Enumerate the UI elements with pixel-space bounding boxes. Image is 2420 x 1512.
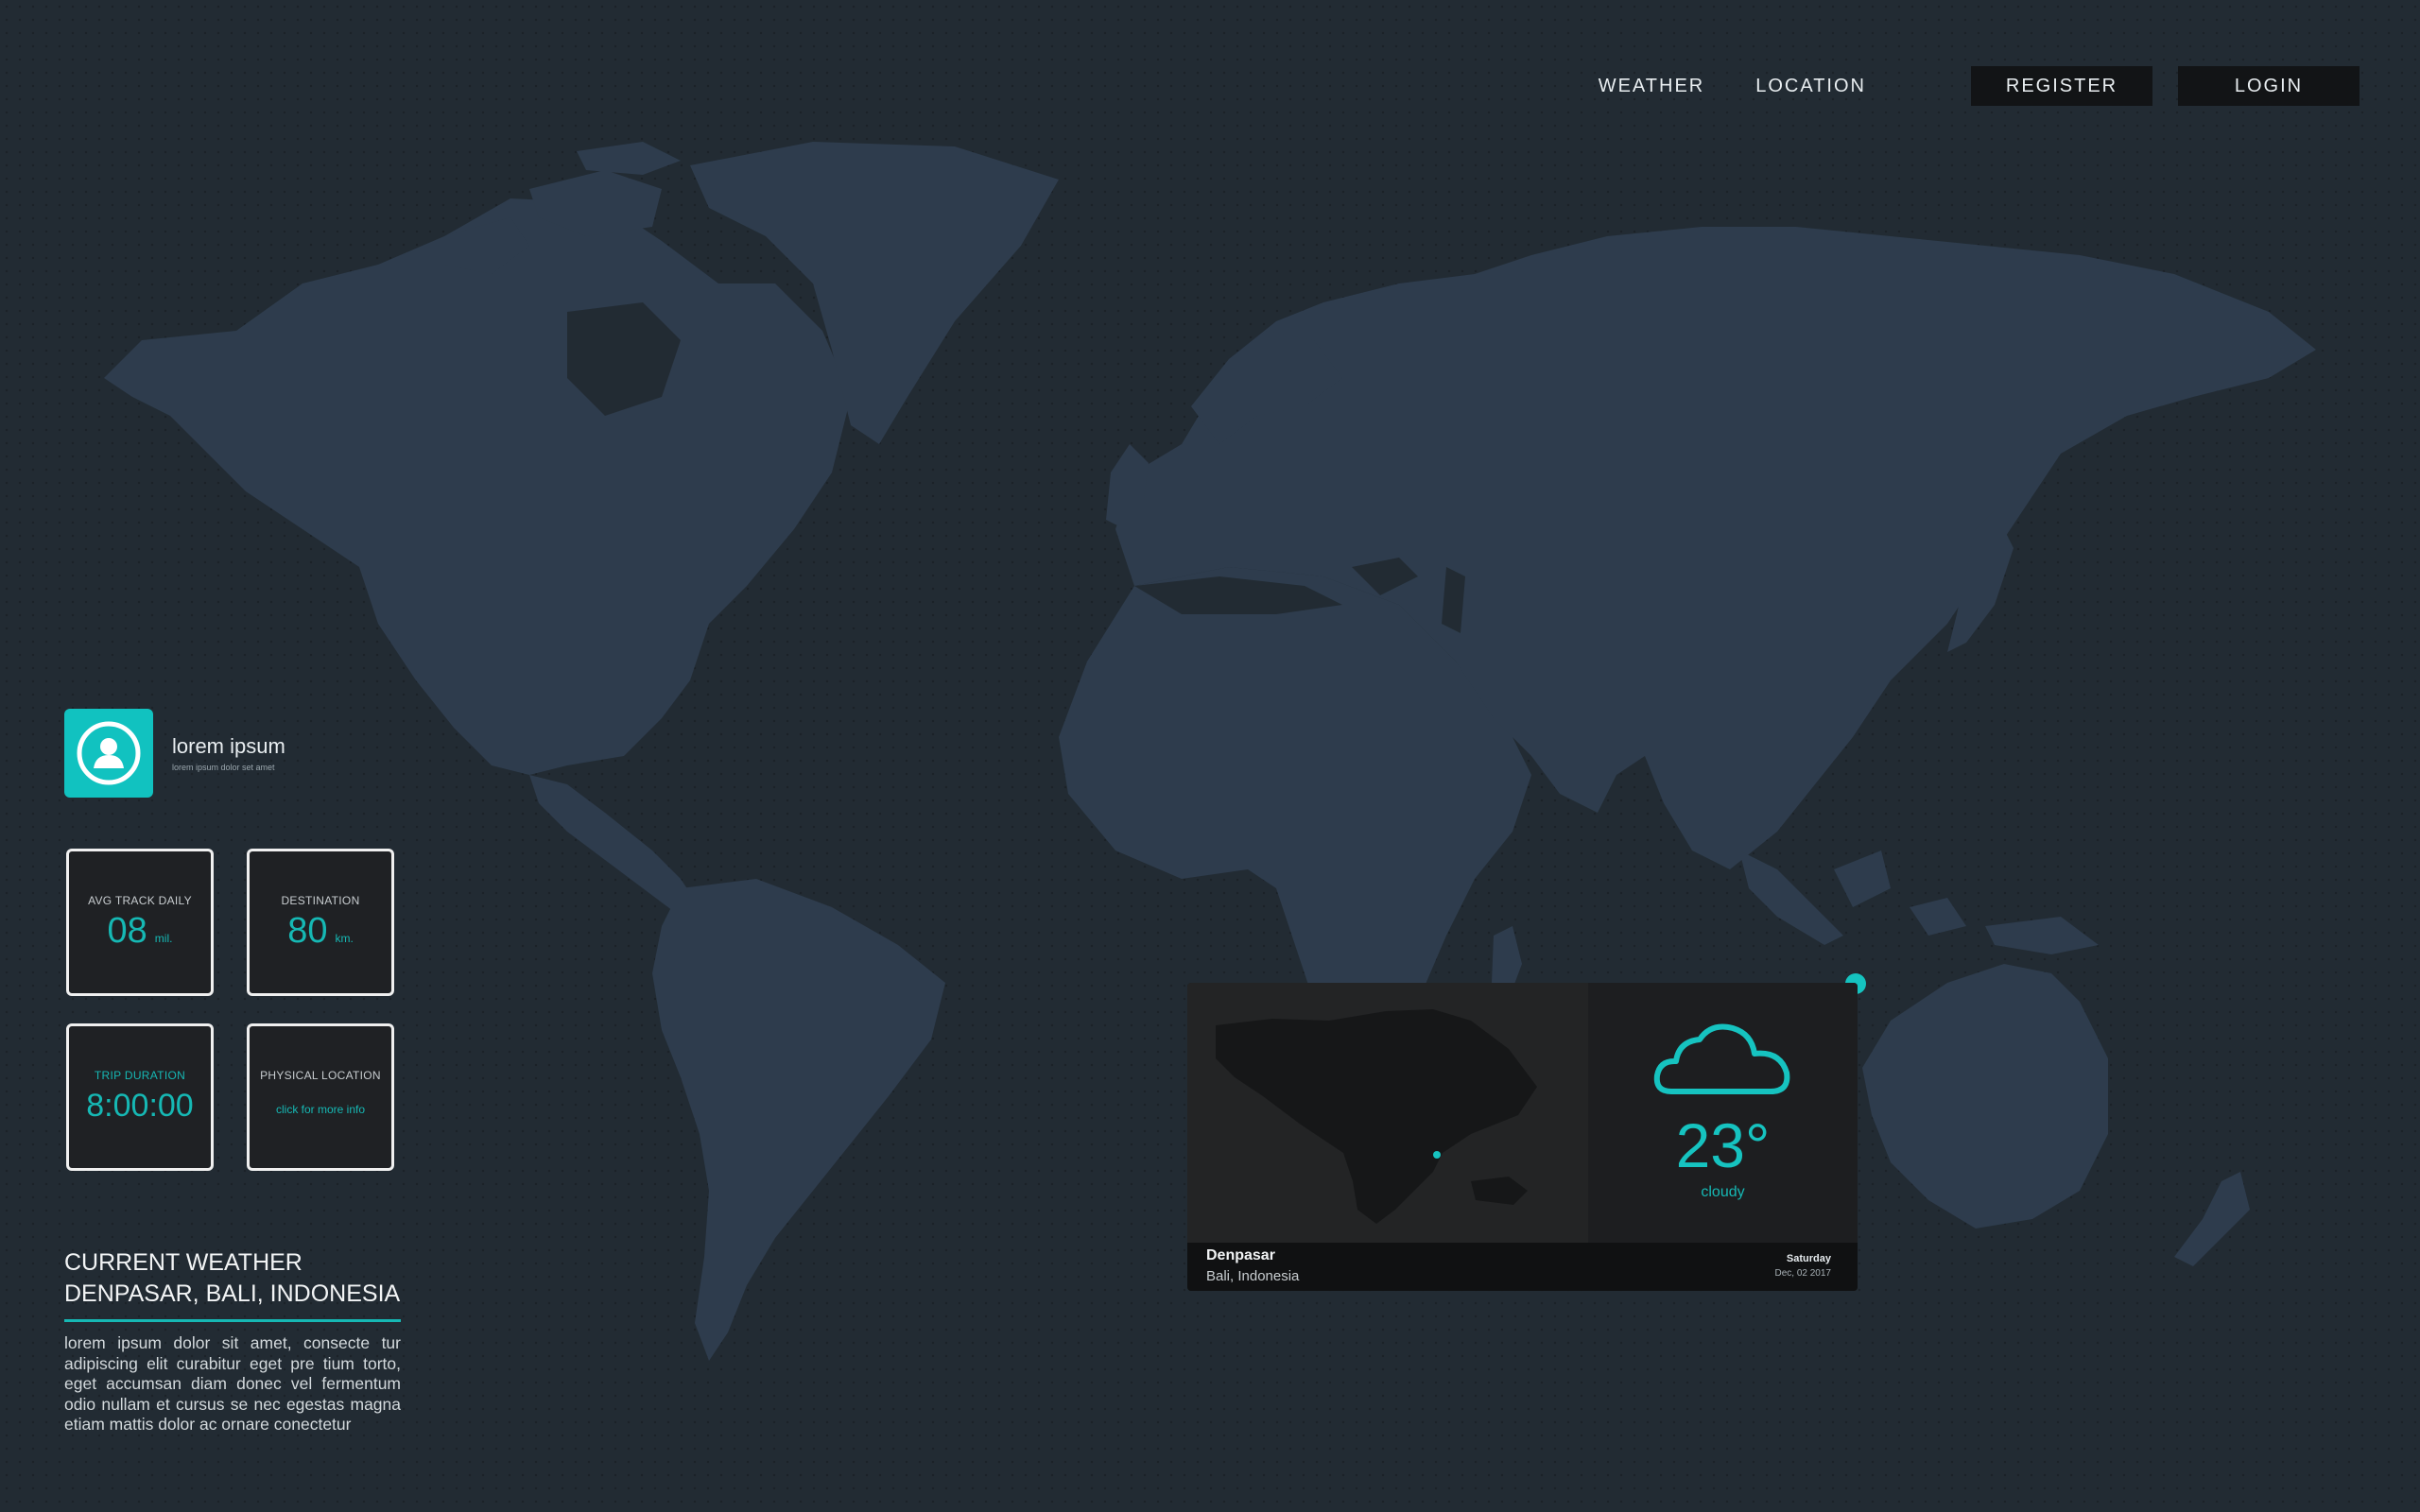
profile-name: lorem ipsum — [172, 734, 285, 758]
avg-track-label: AVG TRACK DAILY — [88, 894, 192, 907]
central-america-landmass — [529, 775, 700, 917]
nav-location-link[interactable]: LOCATION — [1755, 76, 1866, 97]
profile: lorem ipsum lorem ipsum dolor set amet — [64, 709, 285, 798]
section-divider — [64, 1319, 401, 1322]
top-nav: WEATHER LOCATION REGISTER LOGIN — [1599, 66, 2360, 106]
australia-landmass — [1862, 964, 2108, 1228]
destination-card[interactable]: DESTINATION 80 km. — [247, 849, 394, 996]
current-weather-section: CURRENT WEATHER DENPASAR, BALI, INDONESI… — [64, 1247, 401, 1435]
cloud-icon — [1653, 1023, 1789, 1094]
login-button[interactable]: LOGIN — [2178, 66, 2360, 106]
nav-weather-link[interactable]: WEATHER — [1599, 76, 1705, 97]
destination-value-row: 80 km. — [250, 913, 391, 956]
widget-region: Bali, Indonesia — [1206, 1268, 1300, 1284]
avg-track-unit: mil. — [154, 932, 173, 945]
widget-date: Dec, 02 2017 — [1774, 1268, 1832, 1279]
widget-day: Saturday — [1786, 1253, 1831, 1264]
bali-map — [1187, 983, 1588, 1243]
register-button[interactable]: REGISTER — [1971, 66, 2152, 106]
bali-island-shape — [1216, 1009, 1537, 1224]
destination-value: 80 — [287, 911, 328, 951]
current-weather-location: DENPASAR, BALI, INDONESIA — [64, 1280, 401, 1307]
south-america-landmass — [652, 879, 945, 1361]
avg-track-value: 08 — [107, 911, 147, 951]
weather-summary: 23° cloudy — [1588, 983, 1858, 1243]
profile-subtitle: lorem ipsum dolor set amet — [172, 763, 275, 772]
avg-track-value-row: 08 mil. — [69, 913, 211, 956]
more-info-link[interactable]: click for more info — [250, 1103, 391, 1116]
user-icon — [77, 721, 141, 785]
indonesia-landmass — [1739, 850, 2099, 954]
trip-duration-value: 8:00:00 — [86, 1088, 194, 1124]
north-america-landmass — [104, 198, 851, 775]
physical-location-label: PHYSICAL LOCATION — [260, 1069, 381, 1082]
temperature: 23° — [1675, 1110, 1771, 1180]
current-weather-description: lorem ipsum dolor sit amet, consecte tur… — [64, 1333, 401, 1434]
destination-label: DESTINATION — [281, 894, 360, 907]
weather-widget[interactable]: 23° cloudy Denpasar Bali, Indonesia Satu… — [1187, 983, 1858, 1291]
trip-duration-label: TRIP DURATION — [94, 1069, 186, 1082]
avatar[interactable] — [64, 709, 153, 798]
widget-city: Denpasar — [1206, 1247, 1275, 1263]
current-weather-title: CURRENT WEATHER — [64, 1249, 302, 1276]
avg-track-card[interactable]: AVG TRACK DAILY 08 mil. — [66, 849, 214, 996]
weather-condition: cloudy — [1701, 1184, 1745, 1200]
physical-location-card[interactable]: PHYSICAL LOCATION click for more info — [247, 1023, 394, 1171]
new-zealand-landmass — [2174, 1172, 2250, 1266]
destination-unit: km. — [335, 932, 354, 945]
trip-duration-card[interactable]: TRIP DURATION 8:00:00 — [66, 1023, 214, 1171]
